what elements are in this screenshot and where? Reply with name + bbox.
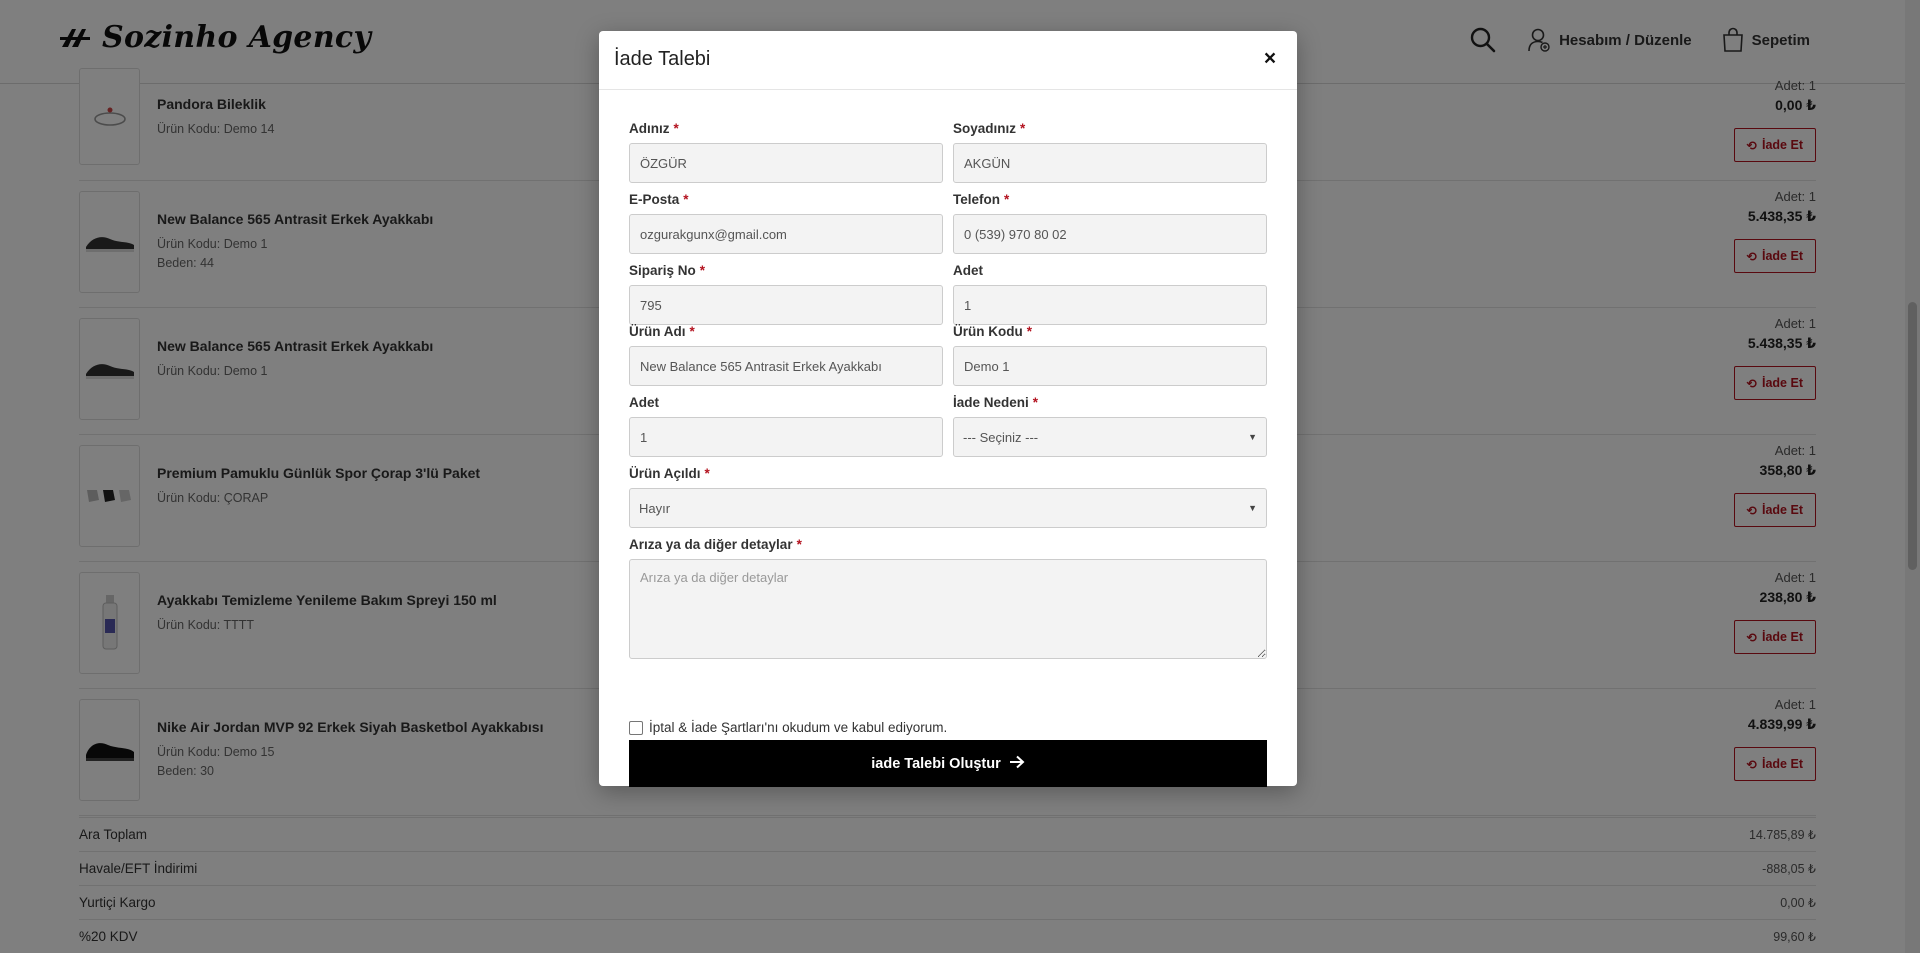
required-mark: *: [699, 263, 706, 278]
email-group: E-Posta *: [629, 192, 943, 254]
required-mark: *: [796, 537, 802, 552]
product-code-input[interactable]: [953, 346, 1267, 386]
required-mark: *: [1020, 121, 1026, 136]
order-no-group: Sipariş No *: [629, 263, 943, 325]
order-no-input[interactable]: [629, 285, 943, 325]
email-label: E-Posta: [629, 192, 680, 207]
submit-return-button[interactable]: iade Talebi Oluştur: [629, 740, 1267, 787]
last-name-input[interactable]: [953, 143, 1267, 183]
product-opened-select[interactable]: Hayır ▼: [629, 488, 1267, 528]
arrow-right-icon: [1009, 755, 1025, 773]
required-mark: *: [683, 192, 689, 207]
details-textarea[interactable]: [629, 559, 1267, 659]
product-opened-label: Ürün Açıldı: [629, 466, 701, 481]
order-qty-input[interactable]: [953, 285, 1267, 325]
order-no-label: Sipariş No: [629, 263, 696, 278]
required-mark: *: [1032, 395, 1039, 410]
close-icon[interactable]: ×: [1259, 47, 1281, 71]
phone-group: Telefon *: [953, 192, 1267, 254]
return-qty-label: Adet: [629, 395, 659, 410]
product-name-group: Ürün Adı *: [629, 324, 943, 386]
required-mark: *: [689, 324, 695, 339]
dropdown-arrow-icon: ▼: [1248, 503, 1257, 513]
modal-title: İade Talebi: [614, 48, 711, 70]
return-reason-value: --- Seçiniz ---: [963, 429, 1039, 445]
last-name-group: Soyadınız *: [953, 121, 1267, 183]
modal-header: İade Talebi ×: [599, 31, 1297, 90]
last-name-label: Soyadınız: [953, 121, 1017, 136]
phone-input[interactable]: [953, 214, 1267, 254]
order-qty-label: Adet: [953, 263, 983, 278]
terms-label[interactable]: İptal & İade Şartları'nı okudum ve kabul…: [649, 720, 947, 735]
product-code-group: Ürün Kodu *: [953, 324, 1267, 386]
return-qty-input[interactable]: [629, 417, 943, 457]
phone-label: Telefon: [953, 192, 1000, 207]
terms-checkbox[interactable]: [629, 720, 643, 735]
product-name-label: Ürün Adı: [629, 324, 686, 339]
required-mark: *: [704, 466, 710, 481]
return-request-modal: İade Talebi × Adınız* Soyadınız* E-Posta…: [599, 31, 1297, 787]
return-qty-group: Adet: [629, 395, 943, 457]
return-reason-select[interactable]: --- Seçiniz --- ▼: [953, 417, 1267, 457]
first-name-input[interactable]: [629, 143, 943, 183]
order-qty-group: Adet: [953, 263, 1267, 325]
dropdown-arrow-icon: ▼: [1248, 432, 1257, 442]
details-label: Arıza ya da diğer detaylar: [629, 537, 793, 552]
return-reason-group: İade Nedeni * --- Seçiniz --- ▼: [953, 395, 1267, 457]
details-group: Arıza ya da diğer detaylar *: [629, 537, 1267, 664]
product-opened-value: Hayır: [639, 500, 671, 516]
required-mark: *: [673, 121, 679, 136]
terms-row: İptal & İade Şartları'nı okudum ve kabul…: [629, 720, 947, 735]
submit-label: iade Talebi Oluştur: [871, 755, 1001, 772]
first-name-label: Adınız: [629, 121, 670, 136]
first-name-group: Adınız *: [629, 121, 943, 183]
return-reason-label: İade Nedeni: [953, 395, 1029, 410]
email-input[interactable]: [629, 214, 943, 254]
product-name-input[interactable]: [629, 346, 943, 386]
product-opened-group: Ürün Açıldı * Hayır ▼: [629, 466, 1267, 528]
required-mark: *: [1026, 324, 1033, 339]
required-mark: *: [1004, 192, 1010, 207]
product-code-label: Ürün Kodu: [953, 324, 1023, 339]
